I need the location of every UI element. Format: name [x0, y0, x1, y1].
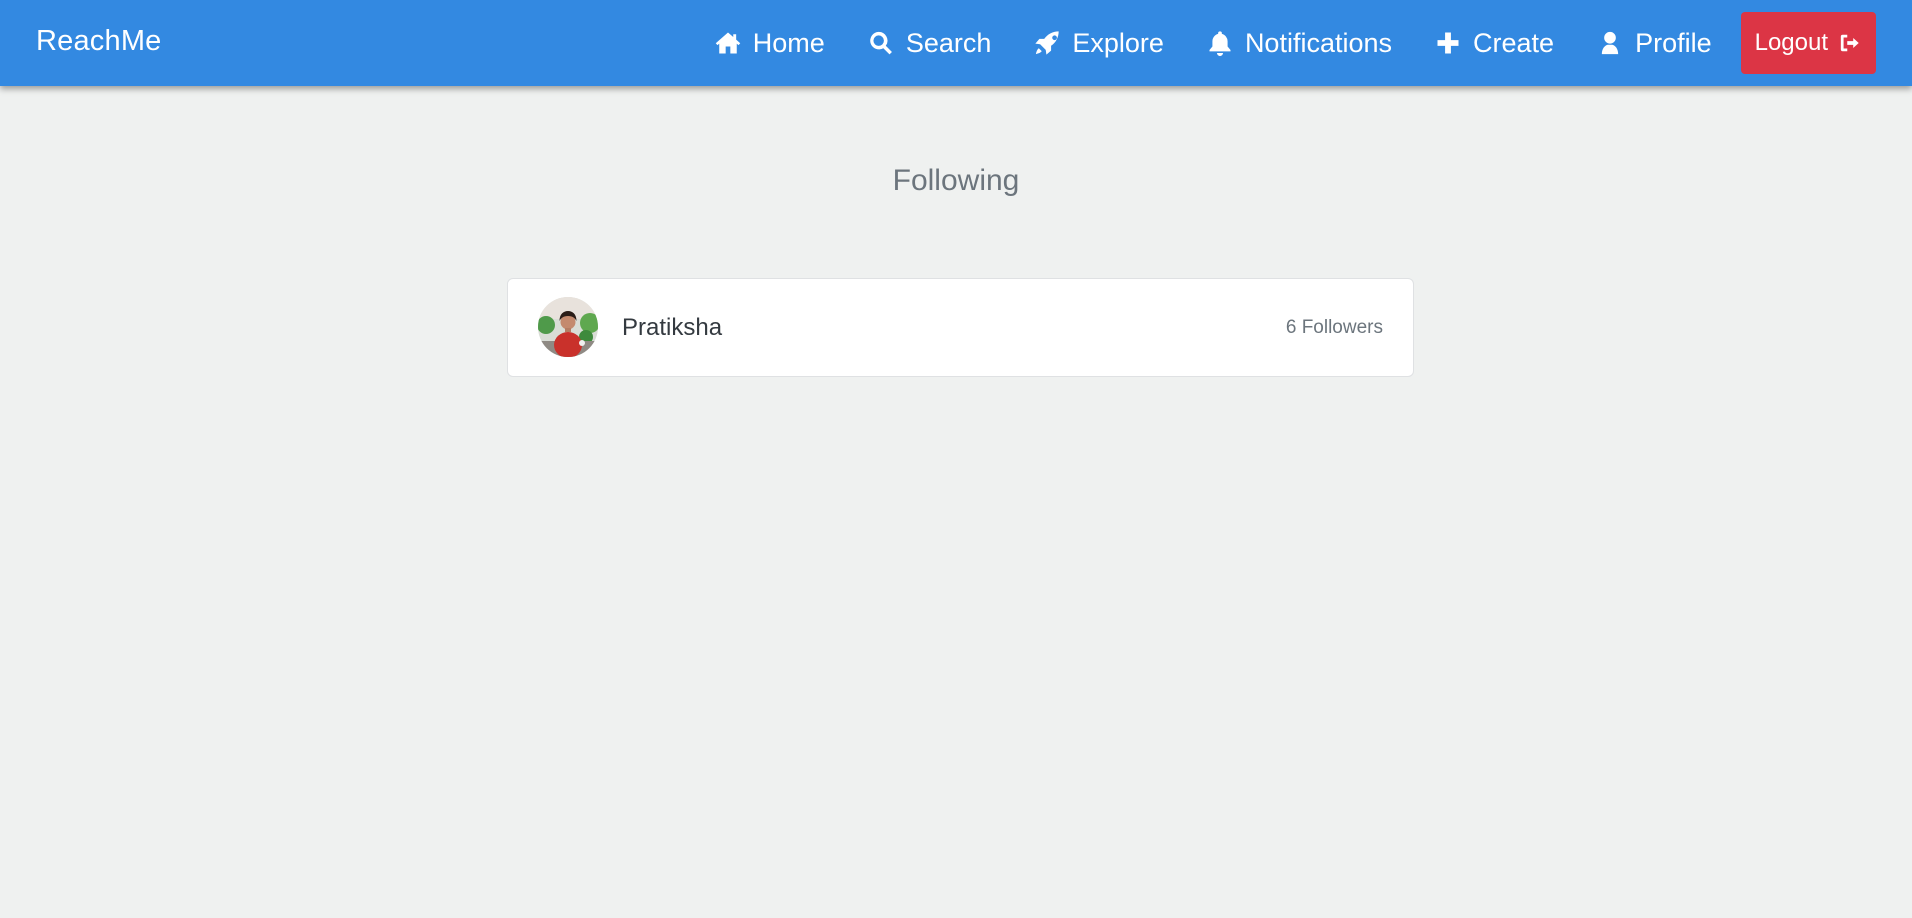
logout-label: Logout	[1754, 29, 1828, 56]
search-icon	[866, 28, 896, 58]
page-title: Following	[892, 164, 1020, 197]
nav-home-link[interactable]: Home	[713, 28, 825, 59]
followers-count: 6 Followers	[1285, 317, 1383, 338]
nav-notifications-link[interactable]: Notifications	[1205, 28, 1392, 59]
nav-profile-link[interactable]: Profile	[1595, 28, 1712, 59]
brand-logo[interactable]: ReachMe	[36, 0, 162, 86]
nav-home-label: Home	[752, 27, 825, 58]
home-icon	[713, 28, 743, 58]
nav-create-label: Create	[1473, 27, 1555, 58]
nav-explore-label: Explore	[1072, 27, 1164, 58]
nav-search-link[interactable]: Search	[866, 27, 992, 59]
navbar: ReachMe Home Search Explore Notification…	[0, 0, 1912, 86]
nav-explore-link[interactable]: Explore	[1032, 28, 1164, 59]
sign-out-icon	[1838, 31, 1862, 55]
nav-notifications-label: Notifications	[1244, 27, 1393, 58]
nav-profile-label: Profile	[1635, 27, 1712, 58]
bell-icon	[1205, 28, 1235, 58]
rocket-icon	[1032, 28, 1062, 58]
following-user-card[interactable]: Pratiksha 6 Followers	[507, 278, 1414, 377]
user-icon	[1595, 28, 1625, 58]
user-name[interactable]: Pratiksha	[622, 279, 722, 376]
nav-links: Home Search Explore Notifications Create	[713, 0, 1876, 86]
plus-icon	[1433, 28, 1463, 58]
nav-search-label: Search	[905, 27, 992, 58]
logout-button[interactable]: Logout	[1740, 12, 1876, 74]
avatar[interactable]	[538, 297, 598, 357]
nav-create-link[interactable]: Create	[1433, 28, 1554, 59]
